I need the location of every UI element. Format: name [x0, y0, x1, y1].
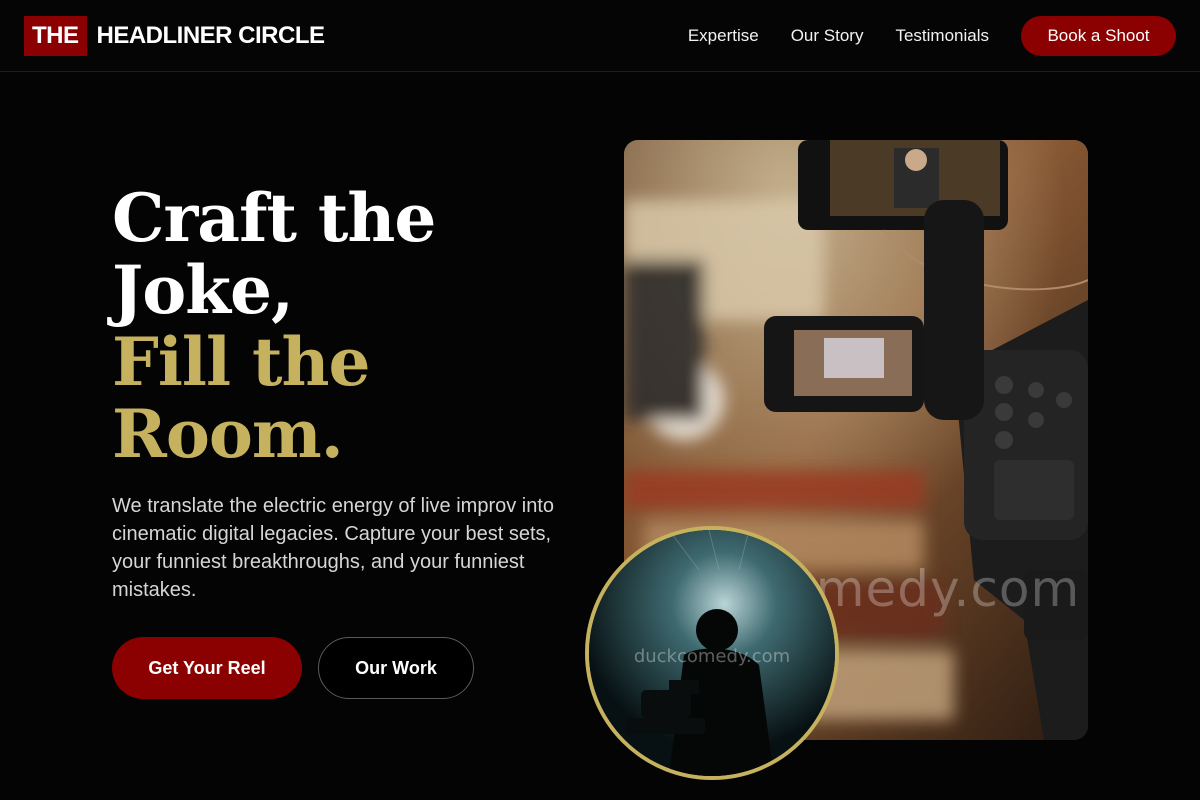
logo-name: HEADLINER CIRCLE — [96, 22, 326, 49]
hero-headline: Craft the Joke, Fill the Room. — [112, 179, 436, 473]
circle-photo-watermark: duckcomedy.com — [633, 646, 791, 667]
headline-line: Joke, — [112, 251, 294, 329]
logo-badge: THE — [24, 16, 87, 56]
site-header: THE HEADLINER CIRCLE Expertise Our Story… — [0, 0, 1200, 72]
headline-line-gold: Fill the — [112, 323, 371, 401]
brand-logo[interactable]: THE HEADLINER CIRCLE — [24, 16, 325, 56]
our-work-button[interactable]: Our Work — [318, 637, 474, 699]
headline-line: Craft the — [112, 179, 436, 257]
nav-link-expertise[interactable]: Expertise — [688, 26, 759, 46]
get-your-reel-button[interactable]: Get Your Reel — [112, 637, 302, 699]
headline-line-gold: Room. — [112, 395, 344, 473]
nav-link-our-story[interactable]: Our Story — [791, 26, 864, 46]
videographer-circle-photo: duckcomedy.com — [585, 526, 839, 780]
hero-subtext: We translate the electric energy of live… — [112, 495, 555, 601]
book-shoot-button[interactable]: Book a Shoot — [1021, 16, 1176, 56]
main-nav: Expertise Our Story Testimonials Book a … — [688, 16, 1176, 56]
nav-link-testimonials[interactable]: Testimonials — [895, 26, 989, 46]
